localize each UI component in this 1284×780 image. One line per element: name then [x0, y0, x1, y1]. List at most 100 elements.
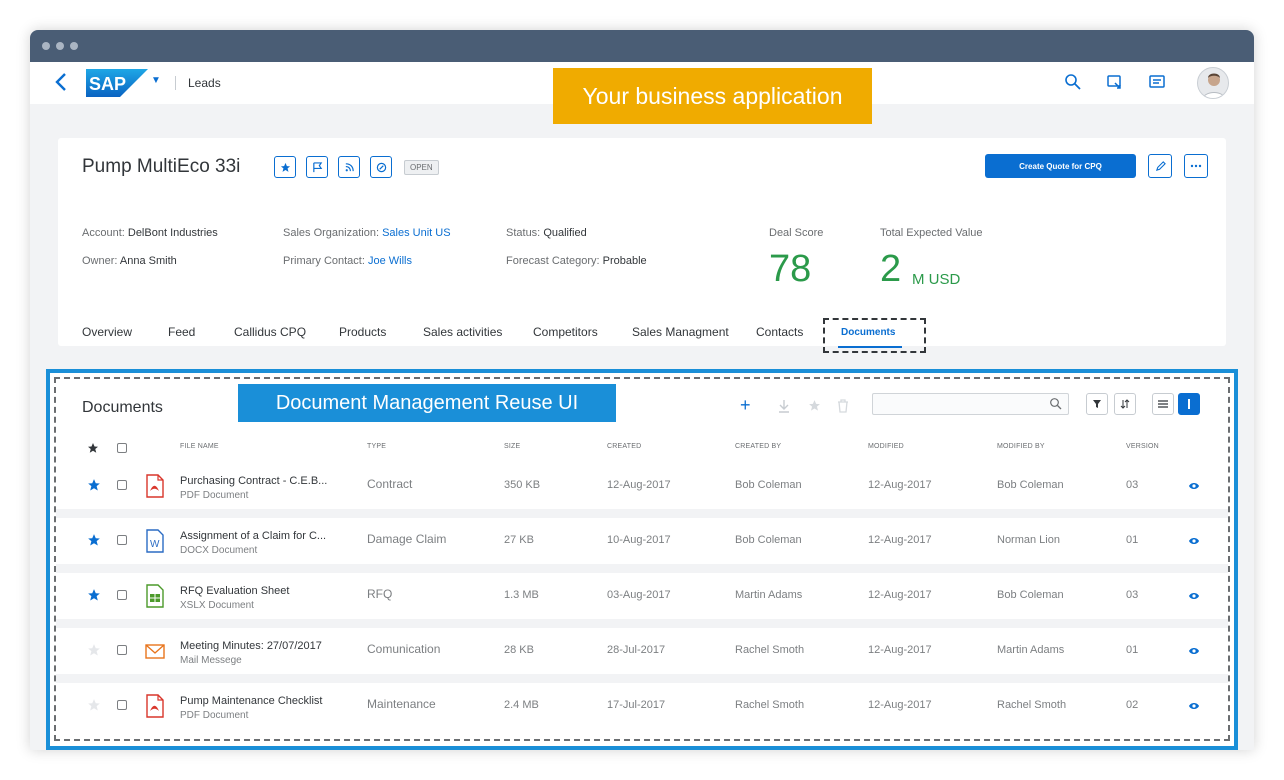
grid-view-button[interactable]: [1178, 393, 1200, 415]
row-checkbox[interactable]: [117, 700, 127, 710]
page-title: Pump MultiEco 33i: [82, 156, 241, 177]
sap-logo[interactable]: SAP: [86, 69, 148, 97]
avatar[interactable]: [1197, 67, 1229, 99]
column-header[interactable]: Modified By: [997, 443, 1045, 450]
column-header[interactable]: Version: [1126, 443, 1159, 450]
browser-window: SAP ▼ Leads Your business application Pu…: [30, 30, 1254, 750]
cell-modified-by: Martin Adams: [997, 644, 1065, 656]
row-checkbox[interactable]: [117, 590, 127, 600]
tab-products[interactable]: Products: [339, 325, 386, 339]
cell-modified-by: Rachel Smoth: [997, 699, 1067, 711]
table-row[interactable]: Purchasing Contract - C.E.B... PDF Docume…: [56, 463, 1228, 509]
preview-eye-icon[interactable]: [1188, 701, 1200, 711]
cell-size: 350 KB: [504, 479, 541, 491]
table-row[interactable]: W Assignment of a Claim for C... DOCX Docu…: [56, 518, 1228, 564]
column-header[interactable]: File Name: [180, 443, 219, 450]
file-name[interactable]: Meeting Minutes: 27/07/2017: [180, 640, 322, 652]
sales-org-attribute: Sales Organization: Sales Unit US: [283, 227, 451, 239]
reuse-ui-label: Document Management Reuse UI: [238, 384, 616, 422]
star-filled-icon[interactable]: [87, 588, 101, 602]
row-separator: [56, 564, 1228, 573]
cell-version: 03: [1126, 589, 1139, 601]
cell-created-by: Bob Coleman: [735, 479, 802, 491]
cell-created-by: Bob Coleman: [735, 534, 802, 546]
column-header[interactable]: Created: [607, 443, 641, 450]
search-input[interactable]: [872, 393, 1069, 415]
list-view-button[interactable]: [1152, 393, 1174, 415]
file-type: DOCX Document: [180, 545, 258, 556]
search-icon[interactable]: [1064, 73, 1084, 93]
cell-created: 28-Jul-2017: [607, 644, 666, 656]
mail-file-icon: [144, 639, 166, 663]
table-row[interactable]: RFQ Evaluation Sheet XSLX Document RFQ 1.3 …: [56, 573, 1228, 619]
tab-competitors[interactable]: Competitors: [533, 325, 598, 339]
download-icon[interactable]: [778, 399, 790, 417]
back-chevron-icon[interactable]: [54, 71, 72, 95]
menu-caret-icon[interactable]: ▼: [151, 75, 161, 86]
star-column-icon[interactable]: [87, 442, 99, 454]
cell-modified-by: Bob Coleman: [997, 589, 1064, 601]
table-row[interactable]: Meeting Minutes: 27/07/2017 Mail Messege C…: [56, 628, 1228, 674]
tag-button[interactable]: [370, 156, 392, 178]
pdf-file-icon: [144, 474, 166, 498]
cell-size: 27 KB: [504, 534, 534, 546]
flag-button[interactable]: [306, 156, 328, 178]
file-name[interactable]: Assignment of a Claim for C...: [180, 530, 326, 542]
filter-button[interactable]: [1086, 393, 1108, 415]
preview-eye-icon[interactable]: [1188, 591, 1200, 601]
overflow-icon: [1190, 164, 1202, 168]
primary-contact-link[interactable]: Joe Wills: [368, 255, 412, 267]
favorite-button[interactable]: [274, 156, 296, 178]
delete-icon[interactable]: [837, 399, 849, 417]
detail-view-icon: [1188, 399, 1190, 409]
list-icon: [1158, 400, 1168, 408]
star-empty-icon[interactable]: [87, 643, 101, 657]
column-header[interactable]: Type: [367, 443, 386, 450]
create-quote-button[interactable]: Create Quote for CPQ: [985, 154, 1136, 178]
tab-contacts[interactable]: Contacts: [756, 325, 803, 339]
column-header[interactable]: Modified: [868, 443, 904, 450]
preview-eye-icon[interactable]: [1188, 536, 1200, 546]
row-checkbox[interactable]: [117, 480, 127, 490]
file-name[interactable]: Pump Maintenance Checklist: [180, 695, 322, 707]
cell-version: 01: [1126, 534, 1139, 546]
file-name[interactable]: Purchasing Contract - C.E.B...: [180, 475, 327, 487]
cell-created: 12-Aug-2017: [607, 479, 671, 491]
column-header[interactable]: Size: [504, 443, 520, 450]
cell-size: 2.4 MB: [504, 699, 539, 711]
tag-icon: [376, 162, 386, 172]
edit-button[interactable]: [1148, 154, 1172, 178]
tab-sales-management[interactable]: Sales Managment: [632, 325, 729, 339]
row-checkbox[interactable]: [117, 645, 127, 655]
column-header[interactable]: Created By: [735, 443, 781, 450]
row-checkbox[interactable]: [117, 535, 127, 545]
status-badge: OPEN: [404, 160, 439, 175]
follow-button[interactable]: [338, 156, 360, 178]
star-filled-icon[interactable]: [87, 478, 101, 492]
star-empty-icon[interactable]: [87, 698, 101, 712]
tab-sales-activities[interactable]: Sales activities: [423, 325, 502, 339]
select-all-checkbox[interactable]: [117, 443, 127, 453]
tab-feed[interactable]: Feed: [168, 325, 195, 339]
cell-modified-by: Norman Lion: [997, 534, 1060, 546]
file-name[interactable]: RFQ Evaluation Sheet: [180, 585, 289, 597]
preview-eye-icon[interactable]: [1188, 646, 1200, 656]
co-pilot-icon[interactable]: [1106, 73, 1126, 93]
word-file-icon: W: [144, 529, 166, 553]
sort-button[interactable]: [1114, 393, 1136, 415]
more-button[interactable]: [1184, 154, 1208, 178]
document-reuse-frame: Documents Document Management Reuse UI +: [54, 377, 1230, 741]
tab-callidus-cpq[interactable]: Callidus CPQ: [234, 325, 306, 339]
tab-overview[interactable]: Overview: [82, 325, 132, 339]
table-row[interactable]: Pump Maintenance Checklist PDF Document Ma…: [56, 683, 1228, 729]
cell-modified: 12-Aug-2017: [868, 589, 932, 601]
expected-value-label: Total Expected Value: [880, 227, 983, 239]
notifications-icon[interactable]: [1148, 73, 1168, 93]
star-icon: [280, 162, 290, 172]
star-filled-icon[interactable]: [87, 533, 101, 547]
preview-eye-icon[interactable]: [1188, 481, 1200, 491]
cell-size: 1.3 MB: [504, 589, 539, 601]
sales-org-link[interactable]: Sales Unit US: [382, 227, 450, 239]
add-icon[interactable]: +: [740, 395, 751, 416]
favorite-action-icon[interactable]: [808, 399, 821, 416]
